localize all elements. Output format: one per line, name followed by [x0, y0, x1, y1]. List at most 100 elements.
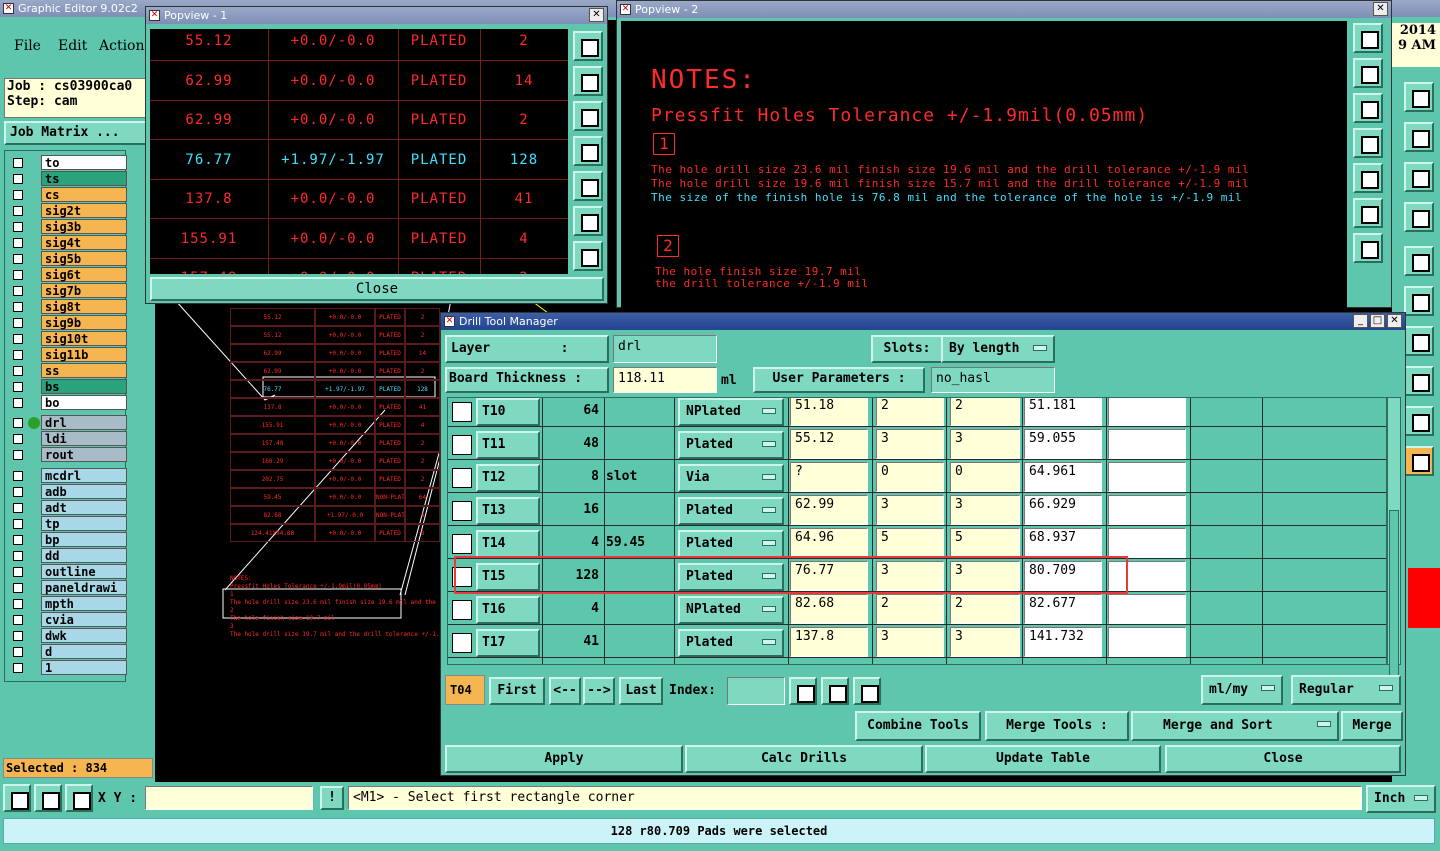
menu-file[interactable]: File [14, 38, 41, 54]
tool-name[interactable]: T14 [476, 530, 540, 558]
layer-row[interactable]: sig6t [9, 267, 127, 283]
layer-checkbox[interactable] [13, 382, 23, 392]
layer-checkbox[interactable] [13, 487, 23, 497]
tool-row[interactable]: T13 16 Plated 62.99 3 3 66.929 [448, 493, 1386, 526]
layer-name[interactable]: bs [41, 379, 127, 394]
drill-size-field[interactable]: 51.181 [1024, 398, 1102, 426]
layer-row[interactable]: cs [9, 187, 127, 203]
layer-row[interactable]: sig8t [9, 299, 127, 315]
layer-name[interactable]: ldi [41, 431, 127, 446]
layer-row[interactable]: adt [9, 500, 127, 516]
calc-drills-button[interactable]: Calc Drills [685, 745, 923, 773]
popview-1-titlebar[interactable]: ✕ Popview - 1 ✕ [146, 7, 607, 24]
plating-select[interactable]: NPlated [678, 398, 784, 426]
layer-row[interactable]: tp [9, 516, 127, 532]
popview-2-close-icon[interactable]: ✕ [1373, 2, 1388, 16]
layout-icon[interactable] [1404, 82, 1434, 112]
bit-field[interactable] [1108, 627, 1186, 657]
plus-tolerance-field[interactable]: 5 [876, 528, 944, 558]
layer-checkbox[interactable] [13, 366, 23, 376]
select-tool-icon[interactable] [1404, 446, 1434, 476]
pv2-zoomout-icon[interactable] [1353, 198, 1383, 228]
plus-tolerance-field[interactable]: 0 [876, 462, 944, 492]
layer-field[interactable]: drl [613, 335, 717, 363]
layer-name[interactable]: ss [41, 363, 127, 378]
layer-name[interactable]: adb [41, 484, 127, 499]
finish-size-field[interactable]: 62.99 [790, 495, 868, 525]
snap-icon[interactable] [1404, 122, 1434, 152]
finish-size-field[interactable]: 51.18 [790, 398, 868, 426]
help-icon[interactable] [1404, 162, 1434, 192]
index-field[interactable] [727, 677, 785, 705]
layer-row[interactable]: adb [9, 484, 127, 500]
plus-tolerance-field[interactable]: 3 [876, 429, 944, 459]
table-scrollbar[interactable] [1387, 397, 1401, 686]
apply-button[interactable]: Apply [445, 745, 683, 773]
layer-checkbox[interactable] [13, 567, 23, 577]
finish-size-field[interactable]: 137.8 [790, 627, 868, 657]
popview-2-titlebar[interactable]: ✕ Popview - 2 ✕ [617, 1, 1391, 18]
layer-row[interactable]: ts [9, 171, 127, 187]
pv1-right-icon[interactable] [573, 171, 603, 201]
layer-name[interactable]: mcdrl [41, 468, 127, 483]
layer-row[interactable]: sig2t [9, 203, 127, 219]
layer-checkbox[interactable] [13, 222, 23, 232]
text-icon[interactable] [1404, 326, 1434, 356]
tool-name[interactable]: T12 [476, 464, 540, 492]
group-icon[interactable] [1404, 366, 1434, 396]
layer-checkbox[interactable] [13, 535, 23, 545]
tool-name[interactable]: T16 [476, 596, 540, 624]
layer-row[interactable]: sig4t [9, 235, 127, 251]
layer-row[interactable]: 1 [9, 660, 127, 676]
plus-tolerance-field[interactable]: 3 [876, 627, 944, 657]
layer-checkbox[interactable] [13, 434, 23, 444]
job-matrix-button[interactable]: Job Matrix ... [4, 121, 148, 145]
layer-checkbox[interactable] [13, 647, 23, 657]
tool-row[interactable]: T17 41 Plated 137.8 3 3 141.732 [448, 625, 1386, 658]
layer-name[interactable]: paneldrawi [41, 580, 127, 595]
minus-tolerance-field[interactable]: 2 [950, 594, 1020, 624]
layer-checkbox[interactable] [13, 334, 23, 344]
bit-field[interactable] [1108, 528, 1186, 558]
tool-row-icon[interactable] [452, 501, 472, 521]
zoom-window-icon[interactable] [34, 784, 62, 812]
first-button[interactable]: First [489, 677, 545, 705]
drill-size-field[interactable]: 66.929 [1024, 495, 1102, 525]
bit-field[interactable] [1108, 398, 1186, 426]
layer-row[interactable]: sig5b [9, 251, 127, 267]
layer-row[interactable]: ldi [9, 431, 127, 447]
tool-name[interactable]: T11 [476, 431, 540, 459]
layer-name[interactable]: sig2t [41, 203, 127, 218]
drill-size-field[interactable]: 141.732 [1024, 627, 1102, 657]
last-button[interactable]: Last [619, 677, 663, 705]
drill-size-field[interactable]: 82.677 [1024, 594, 1102, 624]
drc-icon[interactable] [1404, 202, 1434, 232]
layer-name[interactable]: tp [41, 516, 127, 531]
layer-checkbox[interactable] [13, 503, 23, 513]
layer-checkbox[interactable] [13, 350, 23, 360]
layer-name[interactable]: sig11b [41, 347, 127, 362]
zoom-fit-icon[interactable] [3, 784, 31, 812]
minus-tolerance-field[interactable]: 3 [950, 495, 1020, 525]
plus-tolerance-field[interactable]: 2 [876, 398, 944, 426]
tool-row[interactable]: T10 64 NPlated 51.18 2 2 51.181 [448, 398, 1386, 427]
layer-checkbox[interactable] [13, 471, 23, 481]
layer-name[interactable]: ts [41, 171, 127, 186]
layer-checkbox[interactable] [13, 398, 23, 408]
merge-mode-select[interactable]: Merge and Sort [1131, 711, 1339, 741]
layer-name[interactable]: sig3b [41, 219, 127, 234]
layer-name[interactable]: sig6t [41, 267, 127, 282]
plating-select[interactable]: NPlated [678, 596, 784, 624]
close-button[interactable]: Close [1165, 745, 1401, 773]
layer-name[interactable]: d [41, 644, 127, 659]
drill-size-field[interactable]: 59.055 [1024, 429, 1102, 459]
pv2-left-icon[interactable] [1353, 128, 1383, 158]
bit-field[interactable] [1108, 495, 1186, 525]
layer-checkbox[interactable] [13, 302, 23, 312]
layer-checkbox[interactable] [13, 615, 23, 625]
layer-name[interactable]: adt [41, 500, 127, 515]
units-mode-select[interactable]: ml/my [1201, 675, 1283, 705]
layer-name[interactable]: bp [41, 532, 127, 547]
tool-name[interactable]: T10 [476, 398, 540, 426]
plus-tolerance-field[interactable]: 2 [876, 594, 944, 624]
